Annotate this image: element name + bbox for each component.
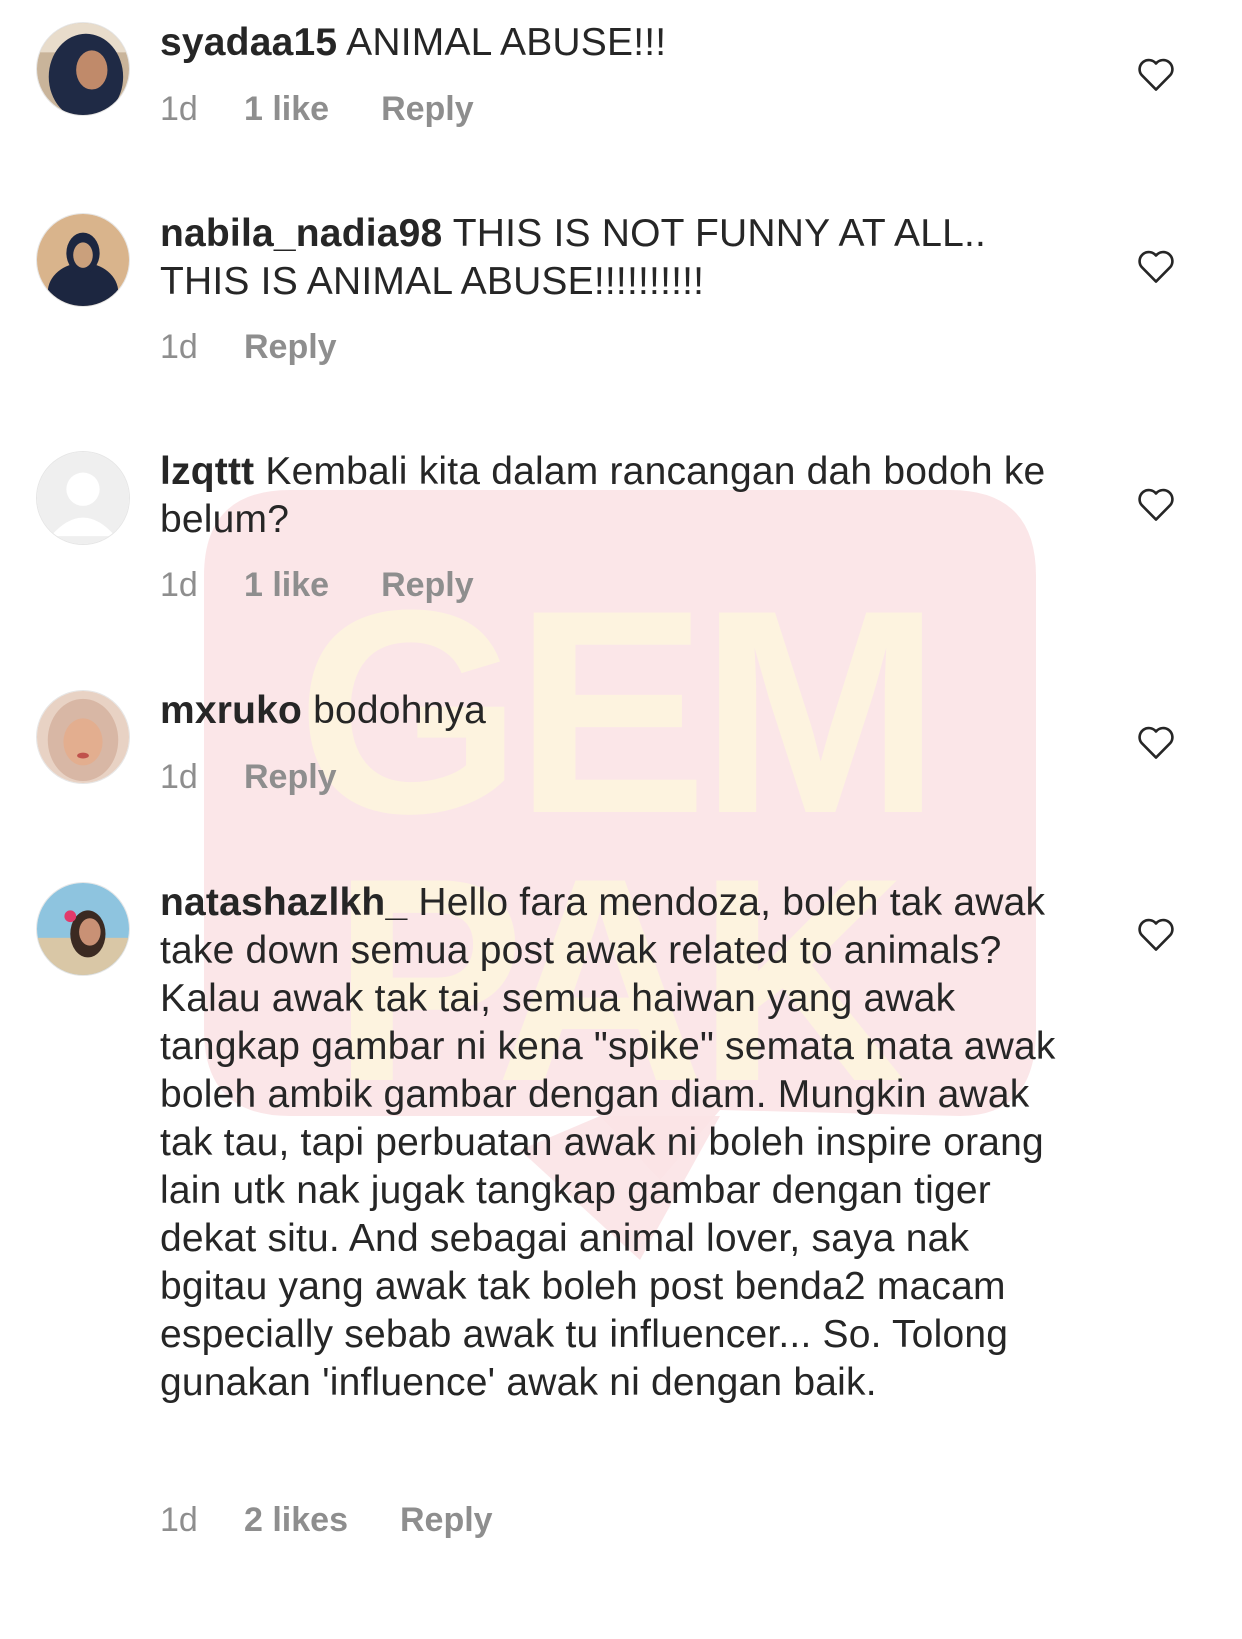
comment-text: syadaa15 ANIMAL ABUSE!!!	[160, 19, 1060, 67]
heart-outline-icon[interactable]	[1136, 56, 1176, 92]
username[interactable]: natashazlkh_	[160, 881, 407, 924]
heart-outline-icon[interactable]	[1136, 486, 1176, 522]
comment-time: 1d	[160, 328, 198, 366]
comment-meta: 1d Reply	[160, 758, 337, 797]
reply-button[interactable]: Reply	[381, 90, 474, 129]
heart-outline-icon[interactable]	[1136, 916, 1176, 952]
comment-meta: 1d 2 likes Reply	[160, 1501, 493, 1540]
avatar[interactable]	[36, 690, 130, 784]
comment-body: Hello fara mendoza, boleh tak awak take …	[160, 881, 1056, 1404]
likes-count[interactable]: 1 like	[244, 90, 329, 129]
reply-button[interactable]: Reply	[244, 758, 337, 797]
comment-text: nabila_nadia98 THIS IS NOT FUNNY AT ALL.…	[160, 210, 1060, 306]
comment-body: Kembali kita dalam rancangan dah bodoh k…	[160, 450, 1046, 541]
avatar[interactable]	[36, 213, 130, 307]
comment-text: mxruko bodohnya	[160, 687, 1060, 735]
comment-text: natashazlkh_ Hello fara mendoza, boleh t…	[160, 879, 1060, 1407]
comment-time: 1d	[160, 758, 198, 796]
heart-outline-icon[interactable]	[1136, 724, 1176, 760]
comment-text: lzqttt Kembali kita dalam rancangan dah …	[160, 448, 1060, 544]
username[interactable]: lzqttt	[160, 450, 254, 493]
comment-meta: 1d 1 like Reply	[160, 566, 474, 605]
username[interactable]: nabila_nadia98	[160, 212, 442, 255]
comment-time: 1d	[160, 566, 198, 604]
comment-meta: 1d 1 like Reply	[160, 90, 474, 129]
reply-button[interactable]: Reply	[381, 566, 474, 605]
comment-body: ANIMAL ABUSE!!!	[346, 21, 667, 64]
username[interactable]: mxruko	[160, 689, 302, 732]
comment-time: 1d	[160, 90, 198, 128]
reply-button[interactable]: Reply	[400, 1501, 493, 1540]
avatar[interactable]	[36, 22, 130, 116]
comment-meta: 1d Reply	[160, 328, 337, 367]
avatar[interactable]	[36, 882, 130, 976]
heart-outline-icon[interactable]	[1136, 248, 1176, 284]
likes-count[interactable]: 1 like	[244, 566, 329, 605]
likes-count[interactable]: 2 likes	[244, 1501, 348, 1540]
default-avatar-icon[interactable]	[36, 451, 130, 545]
comment-body: bodohnya	[313, 689, 487, 732]
reply-button[interactable]: Reply	[244, 328, 337, 367]
username[interactable]: syadaa15	[160, 21, 337, 64]
comment-time: 1d	[160, 1501, 198, 1539]
